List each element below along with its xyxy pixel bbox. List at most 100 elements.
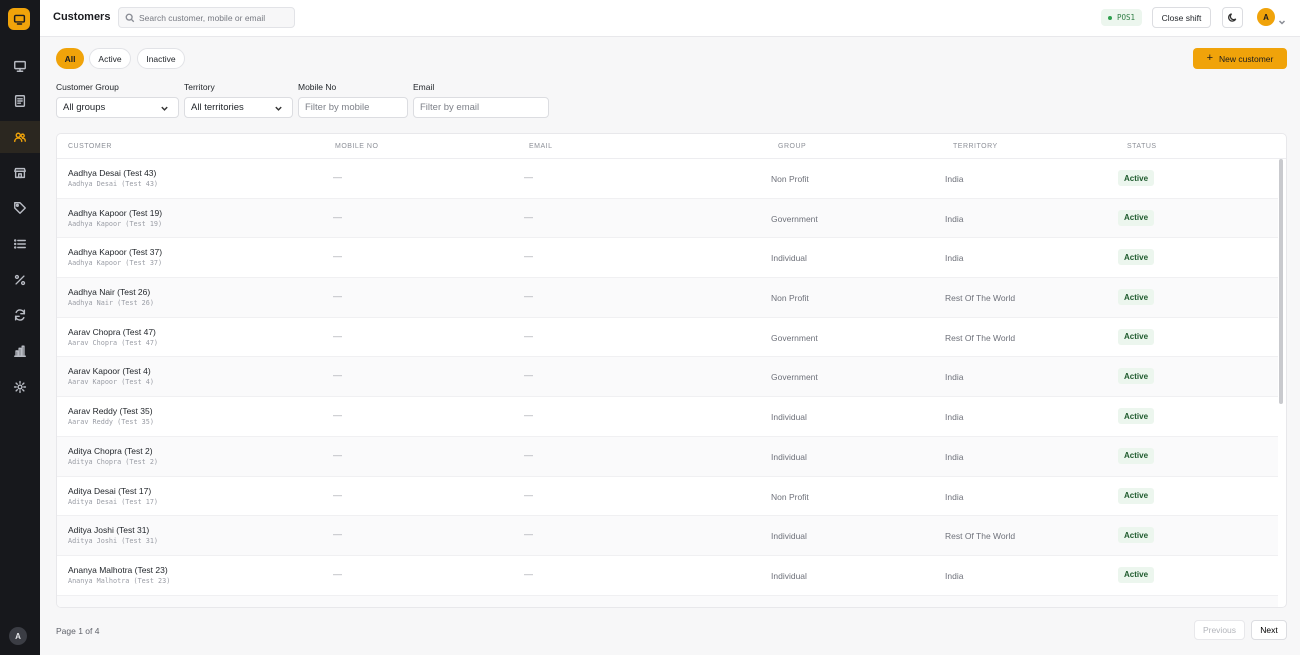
email-cell: — (524, 489, 533, 500)
mobile-cell: — (333, 291, 342, 302)
customer-name[interactable]: Aditya Chopra (Test 2) (68, 446, 153, 456)
page-title: Customers (53, 11, 111, 23)
email-filter-input[interactable] (413, 97, 549, 118)
sidebar-item-items[interactable] (0, 192, 40, 224)
status-badge: Active (1118, 170, 1155, 186)
customer-name[interactable]: Aarav Reddy (Test 35) (68, 406, 153, 416)
mobile-cell: — (333, 211, 342, 222)
mobile-cell: — (333, 529, 342, 540)
document-icon (14, 95, 26, 107)
status-badge: Active (1118, 447, 1155, 464)
column-header-group[interactable]: GROUP (778, 143, 806, 150)
territory-cell: India (945, 372, 964, 383)
tab-all[interactable]: All (56, 48, 84, 69)
email-cell: — (524, 330, 533, 341)
customer-name[interactable]: Aarav Kapoor (Test 4) (68, 366, 151, 376)
table-row[interactable]: Aarav Kapoor (Test 4) Aarav Kapoor (Test … (57, 357, 1278, 398)
territory-select[interactable]: All territories (184, 97, 293, 118)
mobile-cell: — (333, 172, 342, 182)
territory-cell: India (945, 491, 964, 502)
column-header-status[interactable]: STATUS (1127, 143, 1157, 150)
table-row[interactable]: Aditya Chopra (Test 2) Aditya Chopra (Tes… (57, 436, 1278, 477)
customer-group-label: Customer Group (56, 82, 119, 92)
tab-inactive[interactable]: Inactive (137, 48, 185, 69)
customer-id: Aadhya Desai (Test 43) (68, 180, 159, 188)
email-cell: — (524, 529, 533, 540)
new-customer-button[interactable]: + New customer (1193, 48, 1287, 69)
sidebar-user-avatar[interactable]: A (9, 627, 27, 645)
mobile-filter-input[interactable] (298, 97, 408, 118)
customer-id: Aarav Reddy (Test 35) (68, 418, 154, 427)
status-badge: Active (1118, 527, 1155, 544)
customer-group-select[interactable]: All groups (56, 97, 179, 118)
customer-name[interactable]: Aditya Desai (Test 17) (68, 486, 151, 496)
customer-name[interactable]: Aarav Chopra (Test 47) (68, 327, 156, 337)
next-page-button[interactable]: Next (1251, 620, 1287, 640)
sidebar-item-discounts[interactable] (0, 264, 40, 296)
mobile-cell: — (333, 330, 342, 341)
table-row[interactable]: Aditya Desai (Test 17) Aditya Desai (Test… (57, 477, 1278, 517)
users-icon (14, 132, 26, 143)
group-cell: Non Profit (771, 174, 809, 184)
table-header: CUSTOMER MOBILE NO EMAIL GROUP TERRITORY… (57, 134, 1286, 159)
customer-name[interactable]: Aditya Joshi (Test 31) (68, 525, 149, 535)
sidebar-item-lists[interactable] (0, 228, 40, 260)
column-header-mobile[interactable]: MOBILE NO (335, 143, 378, 150)
app-logo[interactable] (8, 8, 30, 30)
monitor-icon (14, 60, 26, 72)
previous-page-button[interactable]: Previous (1194, 620, 1245, 640)
status-badge: Active (1118, 328, 1155, 345)
table-row[interactable]: Aadhya Desai (Test 43) Aadhya Desai (Test… (57, 159, 1278, 199)
customer-name[interactable]: Aadhya Nair (Test 26) (68, 287, 150, 297)
column-header-email[interactable]: EMAIL (529, 143, 553, 150)
tab-active[interactable]: Active (89, 48, 131, 69)
bar-chart-icon (14, 345, 26, 357)
top-header: Customers POS1 Close shift A (40, 0, 1300, 37)
search-input[interactable] (139, 12, 289, 23)
sidebar: A (0, 0, 40, 655)
table-row[interactable]: Aadhya Nair (Test 26) Aadhya Nair (Test 2… (57, 278, 1278, 318)
search-box[interactable] (118, 7, 295, 28)
pos-profile-badge: POS1 (1101, 9, 1143, 26)
table-row[interactable]: Aarav Chopra (Test 47) Aarav Chopra (Test… (57, 318, 1278, 358)
column-header-territory[interactable]: TERRITORY (953, 143, 998, 150)
customer-name[interactable]: Aadhya Kapoor (Test 37) (68, 247, 162, 257)
customer-name[interactable]: Ananya Malhotra (Test 23) (68, 565, 168, 575)
group-cell: Government (771, 372, 818, 383)
mobile-cell: — (333, 410, 342, 421)
table-row[interactable]: Ananya Malhotra (Test 23) Ananya Malhotra… (57, 556, 1278, 596)
email-cell: — (524, 291, 533, 302)
sidebar-item-pos[interactable] (0, 50, 40, 82)
status-badge: Active (1118, 408, 1155, 425)
customer-id: Aditya Desai (Test 17) (68, 497, 159, 506)
customer-name[interactable]: Aadhya Desai (Test 43) (68, 168, 156, 178)
monitor-logo-icon (13, 14, 25, 25)
sidebar-item-sync[interactable] (0, 299, 40, 331)
territory-cell: India (945, 253, 964, 264)
table-row[interactable]: Aditya Joshi (Test 31) Aditya Joshi (Test… (57, 516, 1278, 556)
sidebar-item-settings[interactable] (0, 371, 40, 403)
table-row[interactable]: Anika Desai (Test 50)Anika Desai (Test 5… (57, 595, 1278, 607)
sidebar-item-stores[interactable] (0, 157, 40, 189)
sidebar-item-customers[interactable] (0, 121, 40, 153)
user-menu-chevron[interactable] (1278, 13, 1286, 25)
territory-cell: India (945, 570, 964, 581)
online-status-dot (1108, 15, 1112, 20)
page-info: Page 1 of 4 (56, 626, 100, 636)
mobile-cell: — (333, 568, 342, 579)
table-scrollbar[interactable] (1279, 159, 1283, 404)
theme-toggle-button[interactable] (1222, 7, 1243, 28)
customer-name[interactable]: Aadhya Kapoor (Test 19) (68, 208, 162, 218)
table-row[interactable]: Aadhya Kapoor (Test 37) Aadhya Kapoor (Te… (57, 238, 1278, 279)
email-cell: — (524, 251, 533, 262)
store-icon (14, 167, 26, 179)
customer-name[interactable]: Anika Desai (Test 50) (68, 605, 149, 607)
sidebar-item-invoices[interactable] (0, 85, 40, 117)
table-row[interactable]: Aarav Reddy (Test 35) Aarav Reddy (Test 3… (57, 397, 1278, 437)
sidebar-item-reports[interactable] (0, 335, 40, 367)
territory-label: Territory (184, 82, 215, 92)
close-shift-button[interactable]: Close shift (1152, 7, 1211, 28)
table-row[interactable]: Aadhya Kapoor (Test 19) Aadhya Kapoor (Te… (57, 198, 1278, 239)
column-header-customer[interactable]: CUSTOMER (68, 143, 112, 150)
user-avatar[interactable]: A (1257, 8, 1275, 26)
